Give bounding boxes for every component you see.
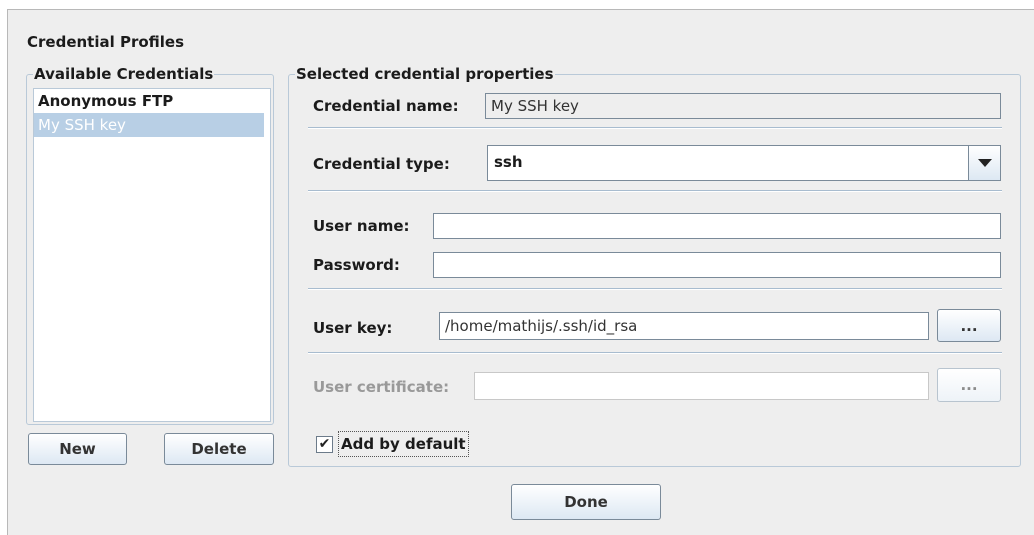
separator — [308, 190, 1002, 192]
list-item-anonymous-ftp[interactable]: Anonymous FTP — [34, 89, 270, 113]
credential-type-label: Credential type: — [313, 155, 450, 173]
available-credentials-legend: Available Credentials — [34, 65, 214, 83]
list-item-my-ssh-key[interactable]: My SSH key — [34, 113, 264, 137]
dropdown-arrow-button[interactable] — [968, 146, 1000, 180]
credentials-list[interactable]: Anonymous FTP My SSH key — [33, 88, 271, 422]
dialog-title: Credential Profiles — [27, 33, 185, 51]
user-certificate-label: User certificate: — [313, 378, 450, 396]
add-by-default-label[interactable]: Add by default — [338, 431, 469, 457]
credential-type-select[interactable]: ssh — [487, 145, 1001, 181]
user-certificate-browse-button[interactable]: ... — [937, 368, 1001, 402]
delete-button[interactable]: Delete — [164, 433, 274, 465]
credential-properties-legend: Selected credential properties — [296, 65, 554, 83]
add-by-default-checkbox[interactable]: ✔ — [316, 436, 333, 453]
new-button[interactable]: New — [28, 433, 127, 465]
user-certificate-field[interactable] — [474, 372, 929, 400]
credential-type-value: ssh — [494, 153, 523, 171]
chevron-down-icon — [977, 158, 992, 167]
user-key-label: User key: — [313, 319, 393, 337]
done-button[interactable]: Done — [511, 484, 661, 520]
separator — [308, 127, 1002, 129]
credential-name-field[interactable]: My SSH key — [485, 93, 1001, 119]
user-name-field[interactable] — [433, 213, 1001, 239]
password-label: Password: — [313, 256, 400, 274]
user-key-browse-button[interactable]: ... — [937, 309, 1001, 342]
user-key-field[interactable]: /home/mathijs/.ssh/id_rsa — [439, 312, 929, 340]
user-name-label: User name: — [313, 217, 410, 235]
separator — [308, 352, 1002, 354]
password-field[interactable] — [433, 252, 1001, 278]
separator — [308, 288, 1002, 290]
credential-name-label: Credential name: — [313, 97, 459, 115]
